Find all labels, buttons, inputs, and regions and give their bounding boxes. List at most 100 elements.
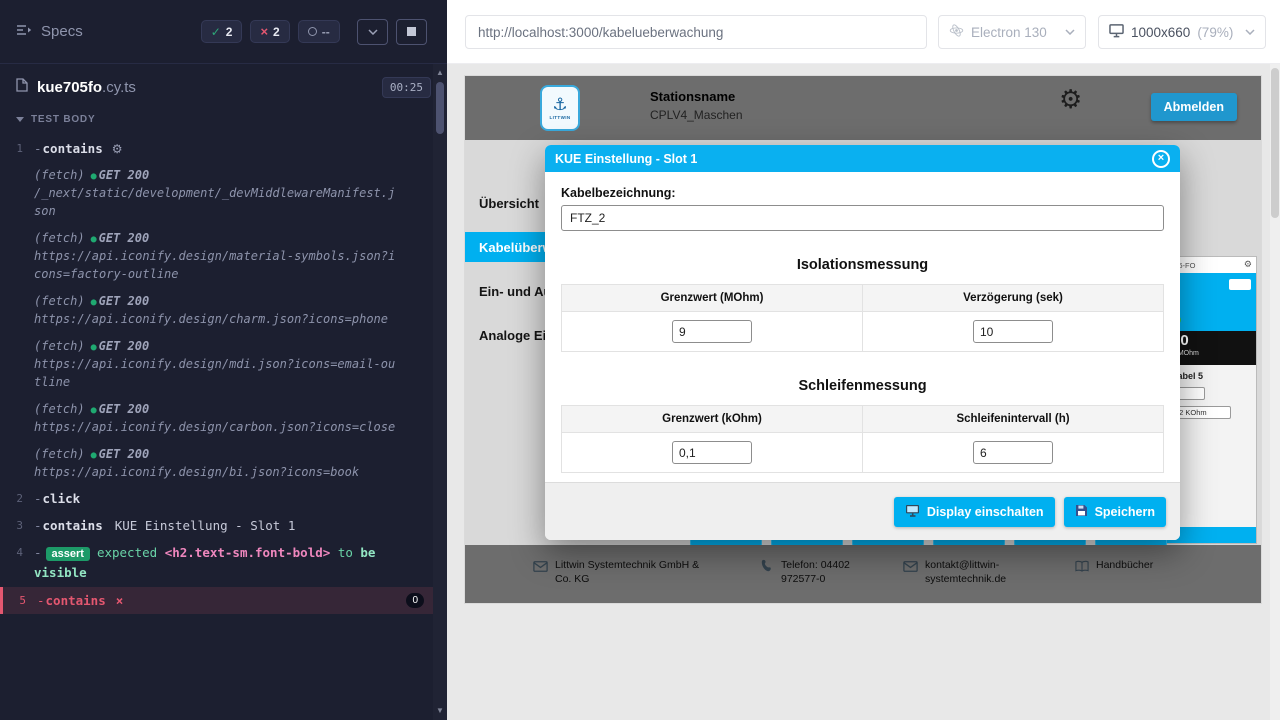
test-steps: 1-contains⚙(fetch)●GET 200/_next/static/… bbox=[0, 135, 433, 614]
loop-intervall-input[interactable] bbox=[973, 441, 1053, 464]
cable-label: Kabel 5 bbox=[1171, 371, 1251, 381]
step-number: 2 bbox=[0, 489, 34, 508]
loop-section-title: Schleifenmessung bbox=[561, 378, 1164, 394]
reporter-header: Specs ✓ 2 × 2 -- bbox=[0, 0, 447, 64]
step-body: -containsKUE Einstellung - Slot 1 bbox=[34, 516, 433, 535]
chevron-down-icon bbox=[368, 29, 378, 35]
command-line: -containsKUE Einstellung - Slot 1 bbox=[34, 516, 399, 535]
footer-manuals[interactable]: Handbücher bbox=[1075, 558, 1153, 603]
close-icon: × bbox=[1158, 153, 1164, 164]
test-body-label: TEST BODY bbox=[31, 114, 95, 125]
request-url: https://api.iconify.design/carbon.json?i… bbox=[34, 418, 399, 436]
loop-grenzwert-input[interactable] bbox=[672, 441, 752, 464]
status-dot-icon: ● bbox=[91, 234, 97, 245]
loop-col-grenzwert: Grenzwert (kOhm) bbox=[562, 406, 863, 433]
slot-field-2[interactable]: 22 KOhm bbox=[1171, 406, 1231, 419]
status-dot-icon: ● bbox=[91, 297, 97, 308]
request-url: https://api.iconify.design/mdi.json?icon… bbox=[34, 355, 399, 391]
step-body: -contains⚙(fetch)●GET 200/_next/static/d… bbox=[34, 139, 433, 481]
failed-count[interactable]: × 2 bbox=[250, 20, 289, 43]
isolation-table: Grenzwert (MOhm) Verzögerung (sek) bbox=[561, 284, 1164, 352]
file-icon bbox=[16, 78, 28, 97]
spec-file-row[interactable]: kue705fo.cy.ts 00:25 bbox=[0, 64, 447, 110]
browser-selector[interactable]: Electron 130 bbox=[938, 15, 1086, 49]
modal-title: KUE Einstellung - Slot 1 bbox=[555, 152, 697, 166]
reporter-scrollbar[interactable]: ▲ ▼ bbox=[433, 64, 447, 720]
scrollbar-thumb[interactable] bbox=[436, 82, 444, 134]
save-button[interactable]: Speichern bbox=[1064, 497, 1166, 527]
isolation-verzoegerung-input[interactable] bbox=[973, 320, 1053, 343]
stop-icon bbox=[407, 27, 416, 36]
collapse-button[interactable] bbox=[357, 19, 388, 45]
test-step[interactable]: 50-contains× bbox=[0, 587, 433, 614]
chevron-down-icon bbox=[1065, 29, 1075, 35]
specs-label: Specs bbox=[41, 23, 83, 40]
command-line: -assertexpected <h2.text-sm.font-bold> t… bbox=[34, 543, 399, 582]
isolation-col-verzoegerung: Verzögerung (sek) bbox=[863, 285, 1164, 312]
status-dot-icon: ● bbox=[91, 342, 97, 353]
company-logo: ⚓ LITTWIN bbox=[540, 85, 580, 131]
url-input[interactable] bbox=[465, 15, 927, 49]
test-step[interactable]: 3-containsKUE Einstellung - Slot 1 bbox=[0, 512, 433, 539]
status-dot-icon: ● bbox=[91, 450, 97, 461]
check-icon: ✓ bbox=[211, 25, 221, 39]
slot-gear-icon[interactable]: ⚙ bbox=[1244, 260, 1252, 270]
display-icon bbox=[905, 504, 920, 520]
isolation-grenzwert-input[interactable] bbox=[672, 320, 752, 343]
fetch-log[interactable]: (fetch)●GET 200https://api.iconify.desig… bbox=[34, 400, 399, 436]
stop-button[interactable] bbox=[396, 19, 427, 45]
test-body-toggle[interactable]: TEST BODY bbox=[0, 110, 447, 135]
fetch-log[interactable]: (fetch)●GET 200https://api.iconify.desig… bbox=[34, 445, 399, 481]
step-number: 3 bbox=[0, 516, 34, 535]
fetch-log[interactable]: (fetch)●GET 200https://api.iconify.desig… bbox=[34, 229, 399, 283]
floppy-icon bbox=[1075, 504, 1088, 520]
pending-count[interactable]: -- bbox=[298, 20, 340, 43]
fail-icon: × bbox=[116, 593, 124, 608]
gear-icon: ⚙ bbox=[112, 142, 123, 156]
modal-body: Kabelbezeichnung: Isolationsmessung Gren… bbox=[545, 172, 1180, 482]
test-step[interactable]: 4-assertexpected <h2.text-sm.font-bold> … bbox=[0, 539, 433, 586]
app-footer: Littwin Systemtechnik GmbH & Co. KG Tele… bbox=[465, 545, 1261, 603]
step-number: 5 bbox=[3, 591, 37, 610]
anchor-icon: ⚓ bbox=[552, 97, 567, 114]
scroll-up-arrow[interactable]: ▲ bbox=[433, 66, 447, 80]
modal-footer: Display einschalten Speichern bbox=[545, 482, 1180, 540]
app-header: ⚓ LITTWIN Stationsname CPLV4_Maschen ⚙ A… bbox=[465, 76, 1261, 140]
loop-col-intervall: Schleifenintervall (h) bbox=[863, 406, 1164, 433]
fetch-log[interactable]: (fetch)●GET 200/_next/static/development… bbox=[34, 166, 399, 220]
pending-icon bbox=[308, 27, 317, 36]
passed-count[interactable]: ✓ 2 bbox=[201, 20, 243, 43]
chevron-down-icon bbox=[1245, 29, 1255, 35]
station-label: Stationsname bbox=[650, 89, 743, 104]
fetch-log[interactable]: (fetch)●GET 200https://api.iconify.desig… bbox=[34, 337, 399, 391]
step-body: -assertexpected <h2.text-sm.font-bold> t… bbox=[34, 543, 433, 582]
monitor-icon bbox=[1109, 24, 1124, 41]
request-url: https://api.iconify.design/bi.json?icons… bbox=[34, 463, 399, 481]
step-number: 4 bbox=[0, 543, 34, 582]
test-step[interactable]: 1-contains⚙(fetch)●GET 200/_next/static/… bbox=[0, 135, 433, 485]
status-dot-icon: ● bbox=[91, 171, 97, 182]
stage-scrollbar[interactable] bbox=[1270, 64, 1280, 720]
browser-label: Electron 130 bbox=[971, 25, 1047, 40]
display-on-button[interactable]: Display einschalten bbox=[894, 497, 1055, 527]
request-url: https://api.iconify.design/charm.json?ic… bbox=[34, 310, 399, 328]
settings-gear-icon[interactable]: ⚙ bbox=[1059, 87, 1082, 113]
step-body: -click bbox=[34, 489, 433, 508]
fetch-log[interactable]: (fetch)●GET 200https://api.iconify.desig… bbox=[34, 292, 399, 328]
specs-list-icon bbox=[16, 23, 32, 40]
scroll-down-arrow[interactable]: ▼ bbox=[433, 704, 447, 718]
scrollbar-thumb[interactable] bbox=[1271, 68, 1279, 218]
cable-name-input[interactable] bbox=[561, 205, 1164, 231]
close-button[interactable]: × bbox=[1152, 150, 1170, 168]
chevron-down-icon bbox=[16, 117, 24, 122]
viewport-selector[interactable]: 1000x660 (79%) bbox=[1098, 15, 1266, 49]
logout-button[interactable]: Abmelden bbox=[1151, 93, 1237, 121]
specs-menu-button[interactable]: Specs bbox=[16, 23, 83, 40]
test-step[interactable]: 2-click bbox=[0, 485, 433, 512]
viewport-size: 1000x660 bbox=[1131, 25, 1190, 40]
step-number: 1 bbox=[0, 139, 34, 481]
reporter-controls bbox=[357, 19, 427, 45]
loop-table: Grenzwert (kOhm) Schleifenintervall (h) bbox=[561, 405, 1164, 473]
command-line: -click bbox=[34, 489, 399, 508]
book-icon bbox=[1075, 559, 1089, 603]
